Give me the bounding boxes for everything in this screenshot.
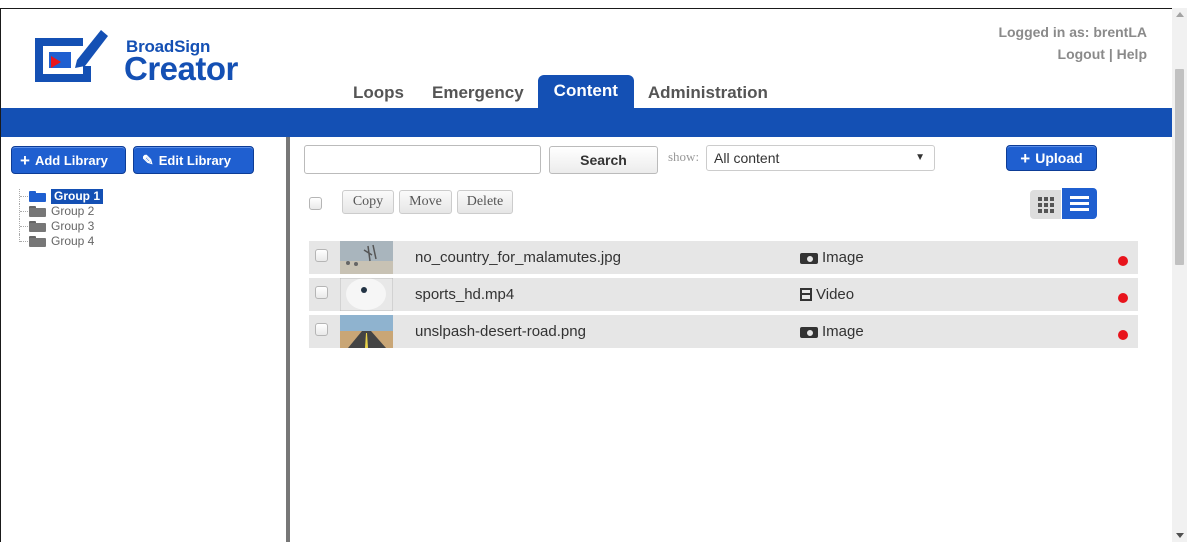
pencil-icon: ✎: [142, 151, 154, 168]
select-all-checkbox[interactable]: [309, 197, 322, 210]
search-button[interactable]: Search: [549, 146, 658, 174]
row-checkbox[interactable]: [315, 249, 328, 262]
caret-down-icon: ▼: [915, 152, 925, 163]
file-name: unslpash-desert-road.png: [415, 323, 586, 340]
file-type-label: Image: [822, 323, 864, 340]
folder-open-icon: [29, 191, 46, 202]
broadsign-logo[interactable]: BroadSign Creator: [31, 26, 261, 87]
grid-view-icon: [1043, 208, 1048, 213]
window-border-top: [0, 8, 1175, 9]
scroll-down-arrow-icon[interactable]: [1176, 533, 1184, 538]
list-view-button[interactable]: [1062, 188, 1097, 219]
status-indicator: [1118, 256, 1128, 266]
grid-view-icon: [1037, 196, 1042, 201]
tree-item-label: Group 3: [51, 219, 95, 233]
grid-view-icon: [1049, 196, 1054, 201]
camera-icon: [800, 325, 818, 338]
video-thumbnail: [340, 278, 393, 311]
grid-view-icon: [1043, 196, 1048, 201]
main-tabs: Loops Emergency Content Administration: [339, 75, 782, 108]
edit-library-label: Edit Library: [158, 152, 231, 168]
tree-connector: [20, 226, 28, 227]
tree-item-label: Group 4: [51, 234, 95, 248]
page-scrollbar[interactable]: [1172, 8, 1187, 542]
row-checkbox[interactable]: [315, 286, 328, 299]
upload-button[interactable]: + Upload: [1006, 145, 1097, 171]
tree-connector: [20, 196, 28, 197]
grid-view-icon: [1043, 202, 1048, 207]
grid-view-icon: [1037, 208, 1042, 213]
grid-view-icon: [1037, 202, 1042, 207]
image-thumbnail: [340, 315, 393, 348]
tab-loops[interactable]: Loops: [339, 75, 418, 108]
tree-item-group-3[interactable]: Group 3: [16, 219, 103, 234]
folder-icon: [29, 221, 46, 232]
file-type: Image: [800, 323, 864, 340]
scroll-up-arrow-icon[interactable]: [1176, 12, 1184, 17]
scrollbar-thumb[interactable]: [1175, 69, 1184, 265]
session-separator: |: [1104, 46, 1117, 62]
film-icon: [800, 288, 812, 301]
session-info: Logged in as: brentLA Logout | Help: [998, 21, 1147, 65]
move-button[interactable]: Move: [399, 190, 452, 214]
logo-mark-icon: [35, 30, 108, 82]
pane-divider[interactable]: [286, 137, 290, 542]
file-type-label: Video: [816, 286, 855, 303]
logged-in-label: Logged in as: brentLA: [998, 24, 1147, 40]
list-view-icon: [1070, 196, 1089, 199]
file-type: Image: [800, 249, 864, 266]
tree-connector: [20, 211, 28, 212]
status-indicator: [1118, 330, 1128, 340]
add-library-button[interactable]: + Add Library: [11, 146, 126, 174]
grid-view-button[interactable]: [1030, 190, 1061, 219]
add-library-label: Add Library: [34, 152, 108, 168]
show-filter-value: All content: [714, 150, 780, 166]
search-input[interactable]: [304, 145, 541, 174]
copy-button[interactable]: Copy: [342, 190, 394, 214]
grid-view-icon: [1049, 202, 1054, 207]
tree-item-group-4[interactable]: Group 4: [16, 234, 103, 249]
file-type: Video: [800, 286, 854, 303]
file-name: sports_hd.mp4: [415, 286, 515, 303]
image-thumbnail: [340, 241, 393, 274]
tree-connector: [20, 241, 28, 242]
tab-content[interactable]: Content: [537, 75, 634, 108]
list-view-icon: [1070, 208, 1089, 211]
tree-item-group-2[interactable]: Group 2: [16, 204, 103, 219]
row-checkbox[interactable]: [315, 323, 328, 336]
content-row[interactable]: sports_hd.mp4 Video: [309, 278, 1138, 311]
content-list: no_country_for_malamutes.jpg Image sport…: [309, 241, 1138, 352]
upload-label: Upload: [1035, 150, 1083, 166]
plus-icon: +: [20, 150, 30, 170]
show-filter-select[interactable]: All content ▼: [706, 145, 935, 171]
app-window: BroadSign Creator Logged in as: brentLA …: [0, 0, 1187, 542]
list-view-icon: [1070, 202, 1089, 205]
status-indicator: [1118, 293, 1128, 303]
camera-icon: [800, 251, 818, 264]
file-type-label: Image: [822, 249, 864, 266]
grid-view-icon: [1049, 208, 1054, 213]
plus-icon: +: [1020, 148, 1031, 168]
tab-emergency[interactable]: Emergency: [418, 75, 538, 108]
delete-button[interactable]: Delete: [457, 190, 513, 214]
logout-link[interactable]: Logout: [1058, 46, 1105, 62]
tab-administration[interactable]: Administration: [634, 75, 782, 108]
library-tree: Group 1 Group 2 Group 3 Group 4: [16, 189, 104, 249]
tree-item-group-1[interactable]: Group 1: [16, 189, 104, 204]
logo-product-text: Creator: [124, 50, 238, 87]
help-link[interactable]: Help: [1117, 46, 1147, 62]
folder-icon: [29, 236, 46, 247]
show-filter-label: show:: [668, 149, 700, 164]
tree-item-label: Group 2: [51, 204, 95, 218]
header-bar: [1, 108, 1172, 137]
content-row[interactable]: unslpash-desert-road.png Image: [309, 315, 1138, 348]
file-name: no_country_for_malamutes.jpg: [415, 249, 621, 266]
edit-library-button[interactable]: ✎ Edit Library: [133, 146, 254, 174]
tree-item-label: Group 1: [51, 189, 104, 204]
folder-icon: [29, 206, 46, 217]
content-row[interactable]: no_country_for_malamutes.jpg Image: [309, 241, 1138, 274]
